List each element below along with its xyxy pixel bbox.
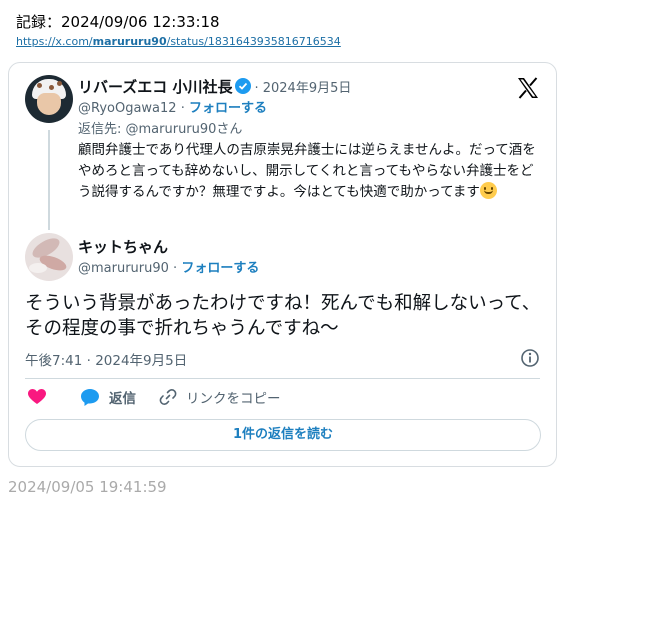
link-user: marururu90 [92,35,167,48]
quoted-handle-row: @RyoOgawa12 · フォローする [78,97,267,116]
smile-emoji-icon [479,182,497,199]
divider [25,378,540,379]
tweet-card: リバーズエコ 小川社長 · 2024年9月5日 @RyoOgawa12 · フォロ… [8,62,557,467]
heart-icon [28,389,46,404]
avatar-main[interactable] [25,233,73,281]
record-timestamp: 記録：2024/09/06 12:33:18 [16,13,220,31]
main-handle: @marururu90 · [78,261,178,276]
quoted-name: リバーズエコ 小川社長 [78,78,233,96]
link-suffix: /status/1831643935816716534 [166,35,341,48]
quoted-text-content: 顧問弁護士であり代理人の吉原崇晃弁護士には逆らえませんよ。だって酒をやめろと言っ… [78,142,536,200]
thread-line [48,130,50,230]
main-handle-row: @marururu90 · フォローする [78,257,259,276]
link-prefix: https://x.com/ [16,35,93,48]
reply-label: 返信 [109,391,136,407]
quoted-author[interactable]: リバーズエコ 小川社長 · 2024年9月5日 [78,76,351,97]
main-time[interactable]: 午後7:41 · 2024年9月5日 [25,349,187,369]
main-text: そういう背景があったわけですね！死んでも和解しないって、その程度の事で折れちゃう… [25,293,541,339]
reply-button[interactable]: 返信 [80,387,136,407]
quoted-handle: @RyoOgawa12 · [78,101,185,116]
read-replies-button[interactable]: 1件の返信を読む [25,419,541,451]
reply-to: 返信先: @marururu90さん [78,122,243,137]
x-logo-icon[interactable] [516,76,540,100]
info-icon[interactable] [520,348,540,368]
main-name[interactable]: キットちゃん [78,236,168,257]
quoted-text: 顧問弁護士であり代理人の吉原崇晃弁護士には逆らえませんよ。だって酒をやめろと言っ… [78,140,538,203]
source-link[interactable]: https://x.com/marururu90/status/18316439… [16,35,341,48]
footer-timestamp: 2024/09/05 19:41:59 [8,478,167,496]
avatar-quoted[interactable] [25,75,73,123]
copy-link-button[interactable]: リンクをコピー [159,387,281,407]
verified-badge-icon [235,78,252,94]
copy-link-label: リンクをコピー [186,391,281,407]
quoted-date: · 2024年9月5日 [254,81,352,96]
like-button[interactable] [27,387,47,407]
reply-bubble-icon [81,389,99,406]
follow-button-main[interactable]: フォローする [181,261,259,276]
follow-button-quoted[interactable]: フォローする [189,101,267,116]
action-bar: 返信 リンクをコピー [25,387,535,411]
link-icon [159,389,177,405]
